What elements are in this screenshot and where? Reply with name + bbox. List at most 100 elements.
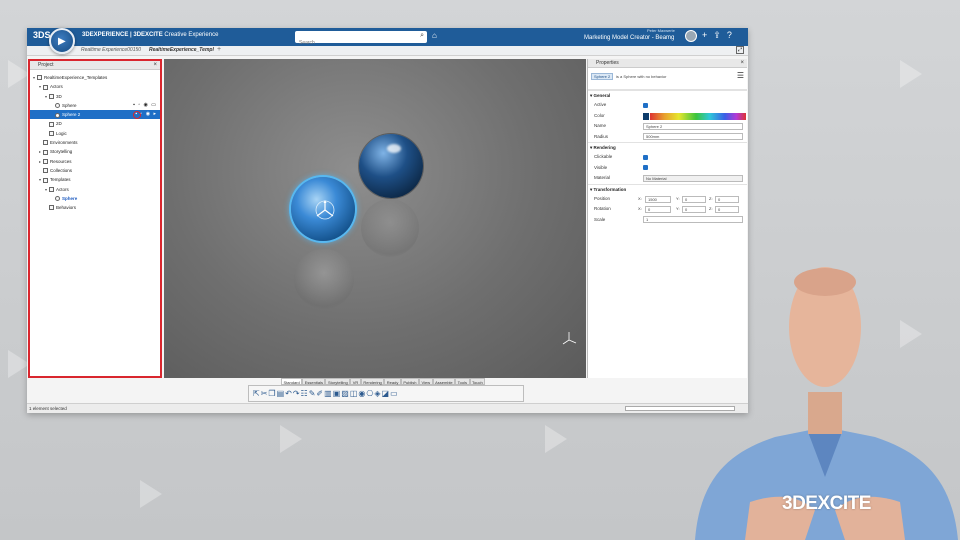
visibility-icon[interactable]: ◉ [146,111,151,117]
tree-item[interactable]: ▾ 3D [30,92,160,101]
clickable-checkbox[interactable] [643,154,648,160]
action-bar-tab[interactable]: Touch [469,378,486,385]
tree-item[interactable]: Behaviors [30,203,160,212]
add-icon[interactable]: + [702,30,707,40]
image-icon[interactable]: ▨ [341,389,350,398]
action-bar-tab[interactable]: Standard [281,378,303,385]
link-icon[interactable]: ▫ [141,111,144,117]
rotation-z-field[interactable]: 0 [715,205,739,213]
close-icon[interactable]: × [153,61,157,70]
avatar[interactable] [685,30,697,42]
lock-icon[interactable]: ▸ [153,111,157,117]
help-icon[interactable]: ? [727,30,732,40]
color-gradient-picker[interactable] [650,112,746,120]
redo-icon[interactable]: ↷ [293,389,301,398]
tab-experience[interactable]: Realtime Experience00150 [81,47,141,53]
tree-item[interactable]: ▾ Actors [30,82,160,91]
menu-icon[interactable]: ☰ [737,71,744,80]
action-bar-tab[interactable]: Publish [400,378,419,385]
tree-item[interactable]: Collections [30,166,160,175]
position-x-field[interactable]: 1500 [645,195,671,203]
visibility-icon[interactable]: ◉ [144,102,149,108]
tab-templates[interactable]: RealtimeExperience_Templ [149,47,214,53]
share-icon[interactable]: ⇪ [713,30,721,40]
action-bar-tab[interactable]: Essentials [302,378,326,385]
action-bar: Standard Essentials Storytelling VR Renderin… [248,378,524,403]
node-icon [43,168,48,174]
select-icon[interactable]: ⇱ [253,389,261,398]
paint-icon[interactable]: ◈ [374,389,381,398]
action-bar-tab[interactable]: View [418,378,433,385]
add-tab-icon[interactable]: + [217,46,221,53]
app-name[interactable]: Marketing Model Creator - Beamg [584,35,674,41]
action-bar-tab[interactable]: Assemble [432,378,456,385]
draw-icon[interactable]: ✐ [316,389,324,398]
3dexcite-logo: 3DEXCITE [782,493,871,514]
tree-item[interactable]: ▸ Resources [30,157,160,166]
action-bar-tab[interactable]: Tools [455,378,470,385]
properties-panel-header: Properties × [588,59,747,68]
radius-field[interactable]: 500mm [643,133,743,141]
tree-item[interactable]: ▾ RealtimeExperience_Templates [30,73,160,82]
tree-item[interactable]: Environments [30,138,160,147]
sphere-actor[interactable] [359,134,423,198]
section-transformation[interactable]: ▾ Transformation [588,183,747,194]
cube-icon[interactable]: ◪ [382,389,391,398]
scale-field[interactable]: 1 [643,216,743,224]
tree-item[interactable]: ▾ Templates [30,175,160,184]
section-general[interactable]: ▾ General [588,90,747,100]
active-checkbox[interactable] [643,102,648,108]
action-bar-tab[interactable]: VR [350,378,361,385]
search-icon[interactable]: ⌕ [420,32,424,40]
search-box[interactable]: ⌕ [295,31,427,49]
close-icon[interactable]: × [740,59,744,68]
book-icon[interactable]: ▥ [324,389,333,398]
material-field[interactable]: No Material [643,174,743,182]
3d-viewport[interactable] [164,59,586,378]
visible-checkbox[interactable] [643,165,648,171]
expand-icon[interactable]: ⤢ [736,46,744,54]
transform-gizmo-icon[interactable] [314,199,336,221]
tree-item[interactable]: Logic [30,129,160,138]
position-z-field[interactable]: 0 [715,195,739,203]
action-bar-tab[interactable]: Rendering [360,378,385,385]
tree-item[interactable]: Sphere ▪ ▫ ◉ ▭ [30,101,160,110]
tree-item-label: Sphere [62,102,77,108]
export-icon[interactable]: ▭ [390,389,399,398]
tree-item[interactable]: Sphere [30,194,160,203]
tag-icon[interactable]: ⌂ [432,31,437,40]
sphere-reflection [361,199,419,257]
node-icon [43,149,48,155]
object-tag[interactable]: Sphere 2 [591,73,614,80]
link-icon[interactable]: ▫ [138,102,141,108]
undo-icon[interactable]: ↶ [285,389,293,398]
list-icon[interactable]: ☷ [301,389,309,398]
rotation-x-field[interactable]: 0 [645,205,671,213]
compass-icon[interactable]: ▶ [49,28,75,54]
render-icon[interactable]: ▪ [135,111,138,117]
watermark-arrow [545,425,567,453]
video-frame: 3DS 3DEXPERIENCE | 3DEXCITE Creative Exp… [0,0,960,540]
action-bar-tab[interactable]: Storytelling [325,378,351,385]
tree-item[interactable]: ▾ Actors [30,185,160,194]
name-field[interactable]: Sphere 2 [643,122,743,130]
position-y-field[interactable]: 0 [682,195,706,203]
lock-icon[interactable]: ▭ [151,102,157,108]
frame-icon[interactable]: ▣ [333,389,342,398]
tab-bar: Realtime Experience00150 RealtimeExperie… [27,46,748,56]
render-icon[interactable]: ▪ [133,102,136,108]
axis-triad-icon [562,332,577,345]
section-rendering[interactable]: ▾ Rendering [588,141,747,152]
tree-item-label: Resources [50,158,72,164]
node-icon [55,112,60,118]
copy-icon[interactable]: ❐ [268,389,276,398]
paste-icon[interactable]: ▤ [277,389,286,398]
tree-item[interactable]: ▸ Storytelling [30,147,160,156]
color-swatch[interactable] [643,112,649,120]
tree-item[interactable]: Sphere 2 ▪ ▫ ◉ ▸ [30,110,160,120]
rotation-y-field[interactable]: 0 [682,205,706,213]
3ds-logo-icon[interactable]: 3DS [33,30,51,40]
rotation-row: Rotation X: 0 Y: 0 Z: 0 [588,204,747,214]
action-bar-tab[interactable]: Ready [384,378,401,385]
tree-item[interactable]: 2D [30,119,160,128]
